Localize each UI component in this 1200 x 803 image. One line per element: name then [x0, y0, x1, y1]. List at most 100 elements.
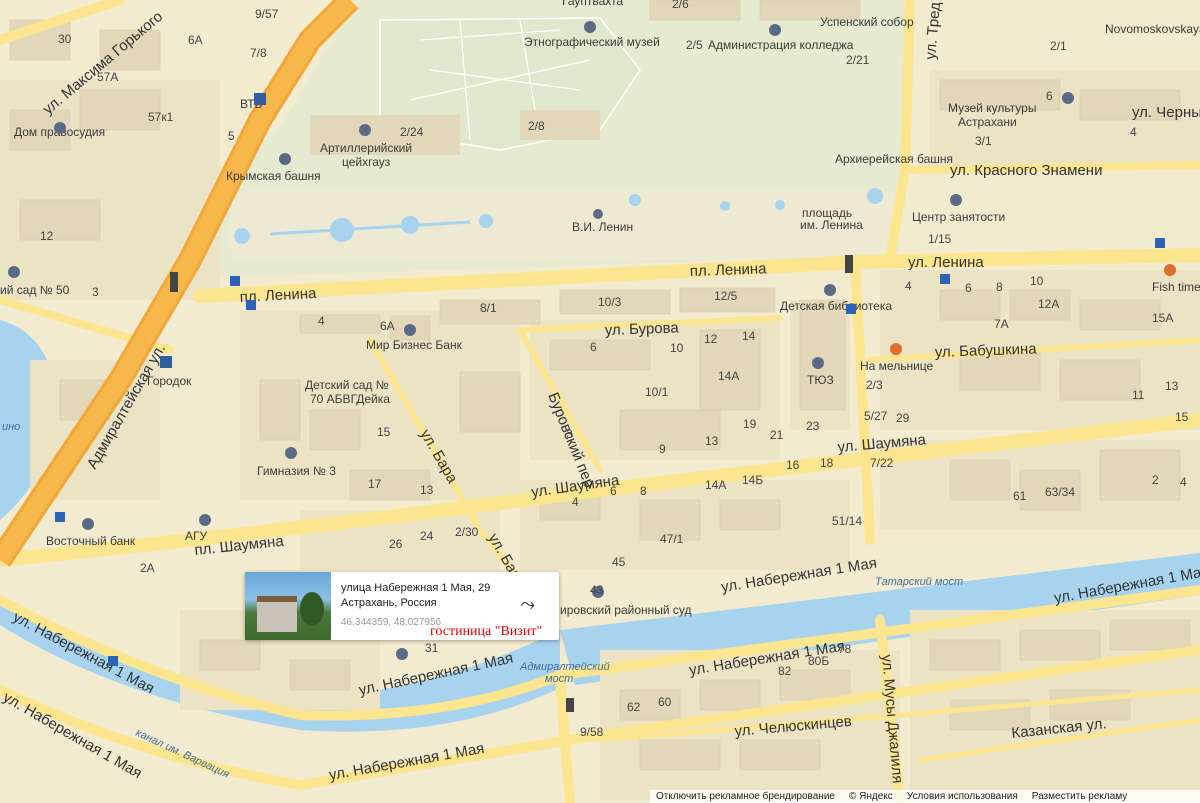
poi-hauptwache: Гауптвахта — [562, 0, 623, 8]
kindergarten-icon[interactable] — [8, 266, 20, 278]
poi-tyuz[interactable]: ТЮЗ — [807, 373, 834, 387]
bank-icon[interactable] — [254, 93, 266, 105]
restaurant-icon[interactable] — [890, 343, 902, 355]
house-number: 6 — [1046, 89, 1053, 103]
library-icon[interactable] — [824, 284, 836, 296]
house-number: 24 — [420, 529, 434, 543]
poi-agu[interactable]: АГУ — [185, 529, 208, 543]
terms-link[interactable]: Условия использования — [907, 791, 1018, 802]
photo-house — [257, 596, 297, 632]
house-number: 61 — [1013, 489, 1027, 503]
restaurant-icon[interactable] — [1164, 264, 1176, 276]
house-number: 2/21 — [846, 53, 870, 67]
house-number: 26 — [389, 537, 403, 551]
location-dot-icon[interactable] — [396, 648, 408, 660]
poi-artillery-1[interactable]: Артиллерийский — [320, 141, 412, 155]
house-number: 2 — [1152, 473, 1159, 487]
house-number: 10/3 — [598, 295, 622, 309]
house-number: 4 — [318, 314, 325, 328]
house-number: 15А — [1152, 311, 1173, 325]
poi-court[interactable]: ировский районный суд — [560, 603, 692, 617]
bus-stop-icon[interactable] — [230, 276, 240, 286]
museum-icon[interactable] — [359, 124, 371, 136]
poi-na-melnitse[interactable]: На мельнице — [860, 359, 934, 373]
poi-college-admin[interactable]: Администрация колледжа — [708, 38, 854, 52]
poi-fish-time[interactable]: Fish time — [1152, 280, 1200, 294]
tower-icon[interactable] — [279, 153, 291, 165]
house-number: 6А — [380, 319, 395, 333]
tatar-bridge-label: Татарский мост — [875, 576, 963, 588]
poi-gorodok[interactable]: Городок — [147, 374, 192, 388]
house-number: 11 — [1132, 388, 1145, 402]
address-line-1: улица Набережная 1 Мая, 29 — [341, 582, 491, 594]
house-number: 13 — [705, 434, 719, 448]
house-number: 21 — [770, 428, 784, 442]
traffic-light-icon — [566, 698, 574, 712]
college-icon[interactable] — [769, 24, 781, 36]
shop-icon[interactable] — [160, 356, 172, 368]
poi-ethnographic-museum[interactable]: Этнографический музей — [524, 35, 660, 49]
bus-stop-icon[interactable] — [1155, 238, 1165, 248]
bank-icon[interactable] — [82, 518, 94, 530]
house-number: 10/1 — [645, 385, 669, 399]
poi-children-library[interactable]: Детская библиотека — [780, 299, 892, 313]
map-canvas[interactable]: Адмиралтейская ул. ул. Максима Горького … — [0, 0, 1200, 803]
poi-mir-biznes-bank[interactable]: Мир Бизнес Банк — [366, 338, 463, 352]
street-lenina-square-mid: пл. Ленина — [690, 260, 768, 280]
poi-detsad70-1[interactable]: Детский сад № — [305, 378, 389, 392]
house-number: 9/58 — [580, 725, 604, 739]
poi-archbishop-tower[interactable]: Архиерейская башня — [835, 152, 953, 166]
house-number: 57к1 — [148, 110, 174, 124]
traffic-light-icon — [170, 272, 178, 292]
street-burova: ул. Бурова — [605, 319, 680, 339]
disable-ads-branding-link[interactable]: Отключить рекламное брендирование — [656, 791, 835, 802]
poi-uspensky[interactable]: Успенский собор — [820, 15, 914, 29]
bus-stop-icon[interactable] — [846, 304, 856, 314]
bus-stop-icon[interactable] — [940, 274, 950, 284]
house-number: 7/8 — [250, 46, 267, 60]
theatre-icon[interactable] — [812, 357, 824, 369]
house-number: 29 — [896, 411, 910, 425]
street-babushkina: ул. Бабушкина — [935, 340, 1038, 361]
address-line-2: Астрахань, Россия — [341, 597, 437, 609]
bus-stop-icon[interactable] — [246, 300, 256, 310]
house-number: 10 — [670, 341, 684, 355]
house-number: 63/34 — [1045, 485, 1075, 499]
house-number: 15 — [377, 425, 391, 439]
house-number: 6 — [610, 484, 617, 498]
place-photo[interactable] — [245, 572, 331, 640]
bank-icon[interactable] — [404, 324, 416, 336]
poi-employment[interactable]: Центр занятости — [912, 210, 1005, 224]
university-icon[interactable] — [199, 514, 211, 526]
poi-kindergarten-50[interactable]: ий сад № 50 — [0, 283, 70, 297]
house-number: 13 — [1165, 379, 1179, 393]
office-icon[interactable] — [950, 194, 962, 206]
house-number: 80Б — [808, 654, 829, 668]
house-number: 62 — [627, 700, 641, 714]
house-number: 19 — [743, 417, 757, 431]
house-number: 47/1 — [660, 532, 684, 546]
museum-icon[interactable] — [1062, 92, 1074, 104]
house-number: 16 — [786, 458, 800, 472]
poi-vostochny-bank[interactable]: Восточный банк — [46, 534, 136, 548]
route-icon[interactable]: ⤳ — [521, 594, 535, 615]
poi-crimean-tower[interactable]: Крымская башня — [226, 169, 321, 183]
place-ads-link[interactable]: Разместить рекламу — [1032, 791, 1128, 802]
school-icon[interactable] — [285, 447, 297, 459]
bus-stop-icon[interactable] — [55, 512, 65, 522]
traffic-light-icon — [845, 255, 853, 273]
bus-stop-icon[interactable] — [108, 656, 118, 666]
house-number: 9 — [659, 442, 666, 456]
house-number: 18 — [820, 456, 834, 470]
house-number: 51/14 — [832, 514, 862, 528]
poi-lenin-monument[interactable]: В.И. Ленин — [572, 220, 633, 234]
house-number: 13 — [420, 483, 434, 497]
court-icon[interactable] — [54, 122, 66, 134]
house-number: 8/1 — [480, 301, 497, 315]
poi-music-museum-1[interactable]: Музей культуры — [948, 101, 1036, 115]
museum-icon[interactable] — [584, 21, 596, 33]
poi-gymnasium-3[interactable]: Гимназия № 3 — [257, 464, 336, 478]
monument-icon[interactable] — [593, 209, 603, 219]
house-number: 17 — [368, 477, 382, 491]
house-number: 2/30 — [455, 525, 479, 539]
